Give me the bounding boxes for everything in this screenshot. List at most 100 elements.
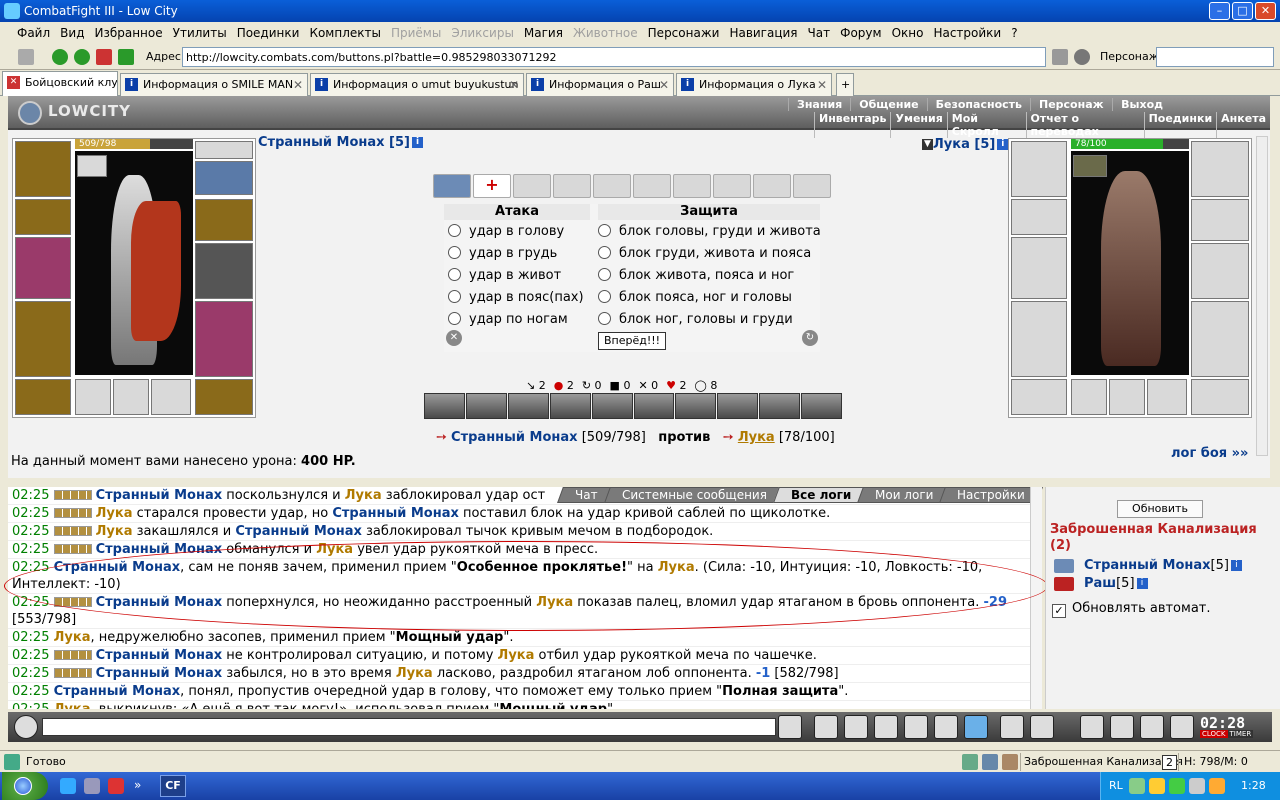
- chat-input[interactable]: [42, 718, 776, 736]
- ability-button-2[interactable]: [507, 393, 549, 419]
- log-name-player[interactable]: Странный Монах: [332, 506, 459, 521]
- radio-icon[interactable]: [598, 268, 611, 281]
- chat-scrollbar[interactable]: [1030, 487, 1042, 709]
- log-name-opponent[interactable]: Лука: [316, 542, 353, 557]
- send-icon[interactable]: [778, 715, 802, 739]
- log-name-opponent[interactable]: Лука: [658, 560, 695, 575]
- taskbar-app-button[interactable]: CF: [160, 775, 186, 797]
- subnav-item-3[interactable]: Отчет о переводах: [1025, 112, 1144, 138]
- player-name[interactable]: Странный Монах [5] i: [258, 135, 423, 150]
- boots-slot[interactable]: [195, 379, 253, 415]
- opp-gloves-slot[interactable]: [1191, 199, 1249, 241]
- info-icon[interactable]: i: [997, 139, 1009, 150]
- amulets-slot[interactable]: [195, 161, 253, 195]
- spell-icon[interactable]: [934, 715, 958, 739]
- belt-slot[interactable]: [15, 379, 71, 415]
- radio-icon[interactable]: [448, 290, 461, 303]
- eraser-icon[interactable]: [814, 715, 838, 739]
- cancel-icon[interactable]: ✕: [446, 330, 462, 346]
- ability-button-7[interactable]: [717, 393, 759, 419]
- radio-icon[interactable]: [598, 290, 611, 303]
- game-scrollbar[interactable]: [1256, 136, 1268, 456]
- bag-icon[interactable]: [1080, 715, 1104, 739]
- auto-refresh-checkbox[interactable]: ✓ Обновлять автомат.: [1052, 601, 1211, 618]
- strike-slot-2[interactable]: [513, 174, 551, 198]
- opp-legs-slot[interactable]: [1191, 301, 1249, 377]
- radio-icon[interactable]: [598, 224, 611, 237]
- stop-icon[interactable]: [96, 49, 112, 65]
- armor-slot[interactable]: [15, 301, 71, 377]
- menu-item-10[interactable]: Персонажи: [643, 26, 725, 40]
- menu-item-4[interactable]: Поединки: [232, 26, 305, 40]
- tab-1[interactable]: i Информация о SMILE MAN ✕: [120, 73, 308, 96]
- lang-indicator[interactable]: RL: [1109, 779, 1123, 792]
- strike-slot-3[interactable]: [553, 174, 591, 198]
- log-name-player[interactable]: Странный Монах: [54, 560, 181, 575]
- opp-helmet-slot[interactable]: [1011, 141, 1067, 197]
- defense-option[interactable]: блок ног, головы и груди: [598, 312, 793, 327]
- status-icon-3[interactable]: [1002, 754, 1018, 770]
- topnav-item-2[interactable]: Безопасность: [926, 98, 1030, 111]
- menu-item-2[interactable]: Избранное: [89, 26, 167, 40]
- menu-item-7[interactable]: Эликсиры: [446, 26, 519, 40]
- menu-item-14[interactable]: Окно: [887, 26, 929, 40]
- ability-button-6[interactable]: [675, 393, 717, 419]
- tray-icon-2[interactable]: [1149, 778, 1165, 794]
- bracers-slot[interactable]: [15, 199, 71, 235]
- topnav-item-4[interactable]: Выход: [1111, 98, 1172, 111]
- tab-close-icon[interactable]: ✕: [817, 74, 827, 96]
- defense-option[interactable]: блок груди, живота и пояса: [598, 246, 811, 261]
- attack-option[interactable]: удар по ногам: [448, 312, 568, 327]
- log-name-player[interactable]: Странный Монах: [96, 666, 223, 681]
- subnav-item-1[interactable]: Умения: [890, 112, 946, 138]
- log-name-opponent[interactable]: Лука: [396, 666, 433, 681]
- gloves-slot[interactable]: [195, 199, 253, 241]
- strike-slot-9[interactable]: [793, 174, 831, 198]
- ability-button-1[interactable]: [465, 393, 507, 419]
- log-name-opponent[interactable]: Лука: [96, 506, 133, 521]
- tab-close-icon[interactable]: ✕: [659, 74, 669, 96]
- menu-item-1[interactable]: Вид: [55, 26, 89, 40]
- tray-icon-4[interactable]: [1209, 778, 1225, 794]
- helmet-slot[interactable]: [15, 141, 71, 197]
- defense-option[interactable]: блок головы, груди и живота: [598, 224, 821, 239]
- ie-icon[interactable]: [60, 778, 76, 794]
- menu-item-8[interactable]: Магия: [519, 26, 568, 40]
- strike-slot-8[interactable]: [753, 174, 791, 198]
- rings-slot[interactable]: [195, 141, 253, 159]
- strike-slot-0[interactable]: [433, 174, 471, 198]
- opp-boots-slot[interactable]: [1191, 379, 1249, 415]
- vs-player-name[interactable]: Странный Монах: [451, 430, 578, 445]
- radio-icon[interactable]: [598, 246, 611, 259]
- chat-tab-2[interactable]: Все логи: [772, 487, 869, 503]
- legs-slot[interactable]: [195, 301, 253, 377]
- checkbox-icon[interactable]: ✓: [1052, 604, 1066, 618]
- strike-slot-5[interactable]: [633, 174, 671, 198]
- info-icon[interactable]: i: [1136, 578, 1148, 589]
- clear-icon[interactable]: [1052, 49, 1068, 65]
- info-icon[interactable]: i: [1230, 560, 1242, 571]
- log-name-opponent[interactable]: Лука: [54, 702, 91, 709]
- new-tab-button[interactable]: +: [836, 73, 854, 96]
- heal-strike-icon[interactable]: +: [473, 174, 511, 198]
- tab-4[interactable]: i Информация о Лука ✕: [676, 73, 832, 96]
- back-icon[interactable]: [52, 49, 68, 65]
- log-name-player[interactable]: Странный Монах: [96, 488, 223, 503]
- menu-item-0[interactable]: Файл: [12, 26, 55, 40]
- close-button[interactable]: ✕: [1255, 2, 1276, 20]
- maximize-button[interactable]: □: [1232, 2, 1253, 20]
- chat-mode-icon[interactable]: [14, 715, 38, 739]
- opp-rings-slot[interactable]: [1191, 141, 1249, 197]
- radio-icon[interactable]: [448, 246, 461, 259]
- minimize-button[interactable]: –: [1209, 2, 1230, 20]
- exit-icon[interactable]: [1170, 715, 1194, 739]
- log-name-player[interactable]: Странный Монах: [96, 648, 223, 663]
- menu-item-15[interactable]: Настройки: [928, 26, 1006, 40]
- opponent-name[interactable]: ▼ Лука [5] i: [920, 137, 1009, 152]
- opp-pocket-slot-3[interactable]: [1147, 379, 1187, 415]
- status-icon-2[interactable]: [982, 754, 998, 770]
- ability-button-4[interactable]: [591, 393, 633, 419]
- app-quick-icon[interactable]: [108, 778, 124, 794]
- radio-icon[interactable]: [448, 312, 461, 325]
- menu-item-3[interactable]: Утилиты: [168, 26, 232, 40]
